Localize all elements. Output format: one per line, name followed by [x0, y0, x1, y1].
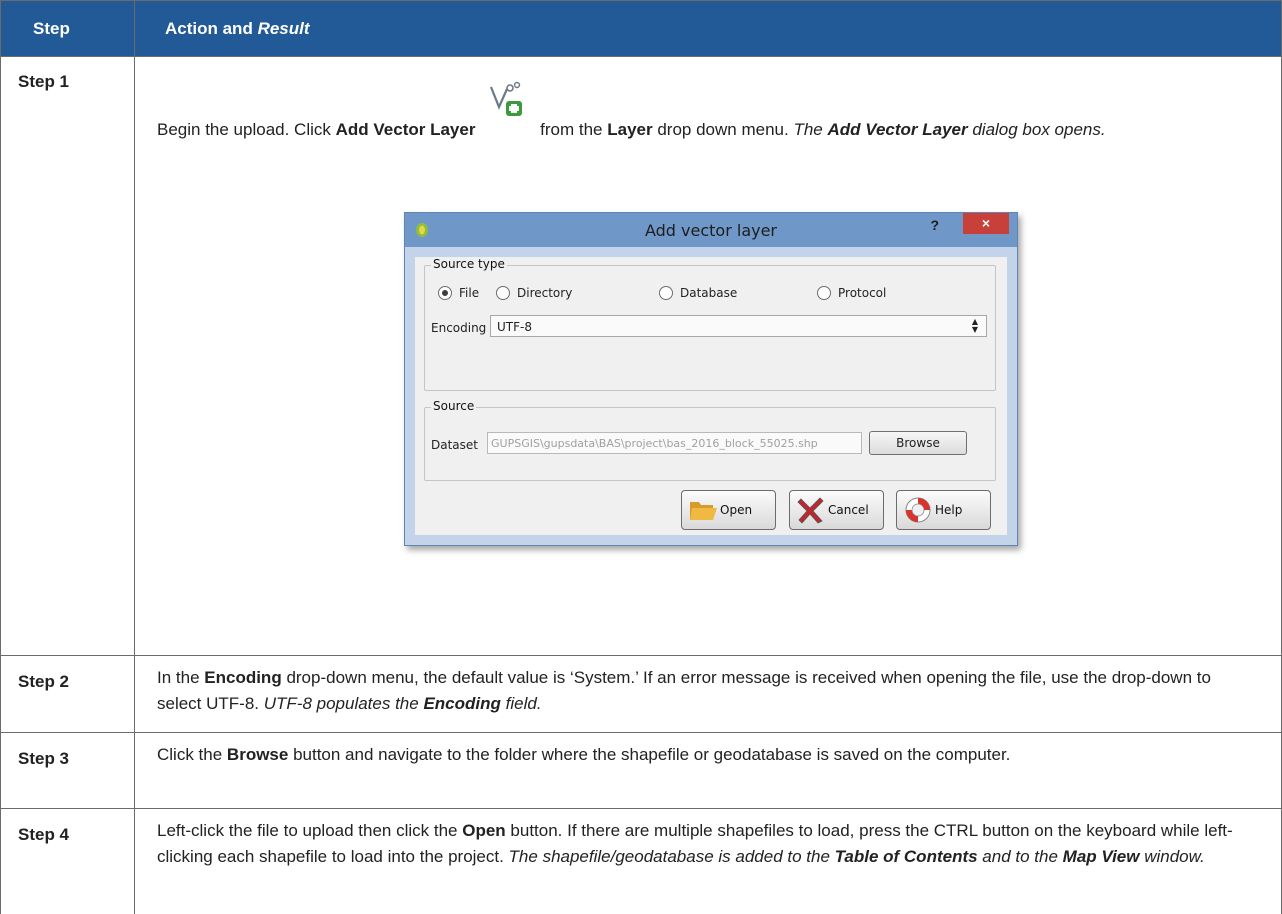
dialog-titlebar[interactable]: Add vector layer ? ×: [405, 213, 1017, 247]
table-row: Step 4 Left-click the file to upload the…: [1, 809, 1282, 914]
help-lifebuoy-icon: [903, 495, 933, 525]
dialog-title: Add vector layer: [405, 221, 1017, 240]
header-step: Step: [1, 1, 135, 57]
radio-label: Database: [680, 286, 737, 300]
cancel-button[interactable]: Cancel: [789, 490, 884, 530]
open-button[interactable]: Open: [681, 490, 776, 530]
encoding-select[interactable]: UTF-8 ▲▼: [490, 315, 987, 337]
dataset-label: Dataset: [431, 438, 478, 452]
step-label: Step 1: [1, 57, 135, 656]
source-group: Source Dataset GUPSGIS\gupsdata\BAS\proj…: [424, 407, 996, 481]
radio-circle-icon: [817, 286, 831, 300]
table-header-row: Step Action and Result: [1, 1, 1282, 57]
browse-button[interactable]: Browse: [869, 431, 967, 455]
add-vector-layer-icon: [485, 81, 525, 119]
step-action: Left-click the file to upload then click…: [135, 809, 1282, 914]
help-question-icon[interactable]: ?: [930, 217, 939, 233]
header-action: Action and Result: [135, 1, 1282, 57]
folder-open-icon: [688, 496, 718, 524]
cancel-label: Cancel: [828, 503, 869, 517]
cancel-x-icon: [796, 496, 826, 524]
encoding-value: UTF-8: [497, 320, 532, 334]
step-label: Step 4: [1, 809, 135, 914]
source-type-label: Source type: [431, 257, 507, 271]
source-type-group: Source type File Directory Database Prot…: [424, 265, 996, 391]
step-action: In the Encoding drop-down menu, the defa…: [135, 656, 1282, 733]
updown-arrows-icon: ▲▼: [968, 318, 982, 334]
step-1-text: Begin the upload. Click Add Vector Layer…: [157, 103, 1257, 145]
table-row: Step 3 Click the Browse button and navig…: [1, 733, 1282, 809]
dataset-input[interactable]: GUPSGIS\gupsdata\BAS\project\bas_2016_bl…: [487, 432, 862, 454]
dialog-body: Source type File Directory Database Prot…: [415, 257, 1007, 535]
radio-circle-icon: [659, 286, 673, 300]
step-action: Click the Browse button and navigate to …: [135, 733, 1282, 809]
radio-directory[interactable]: Directory: [496, 286, 572, 300]
open-label: Open: [720, 503, 752, 517]
add-vector-layer-dialog: Add vector layer ? × Source type File Di…: [404, 212, 1018, 546]
radio-label: Directory: [517, 286, 572, 300]
table-row: Step 2 In the Encoding drop-down menu, t…: [1, 656, 1282, 733]
close-button[interactable]: ×: [963, 213, 1009, 234]
radio-protocol[interactable]: Protocol: [817, 286, 886, 300]
document-page: Step Action and Result Step 1 Begin the …: [0, 0, 1282, 898]
radio-database[interactable]: Database: [659, 286, 737, 300]
radio-circle-icon: [496, 286, 510, 300]
step-label: Step 3: [1, 733, 135, 809]
step-label: Step 2: [1, 656, 135, 733]
encoding-label: Encoding: [431, 321, 486, 335]
radio-label: Protocol: [838, 286, 886, 300]
radio-file[interactable]: File: [438, 286, 479, 300]
radio-circle-icon: [438, 286, 452, 300]
help-label: Help: [935, 503, 962, 517]
radio-label: File: [459, 286, 479, 300]
source-label: Source: [431, 399, 476, 413]
help-button[interactable]: Help: [896, 490, 991, 530]
